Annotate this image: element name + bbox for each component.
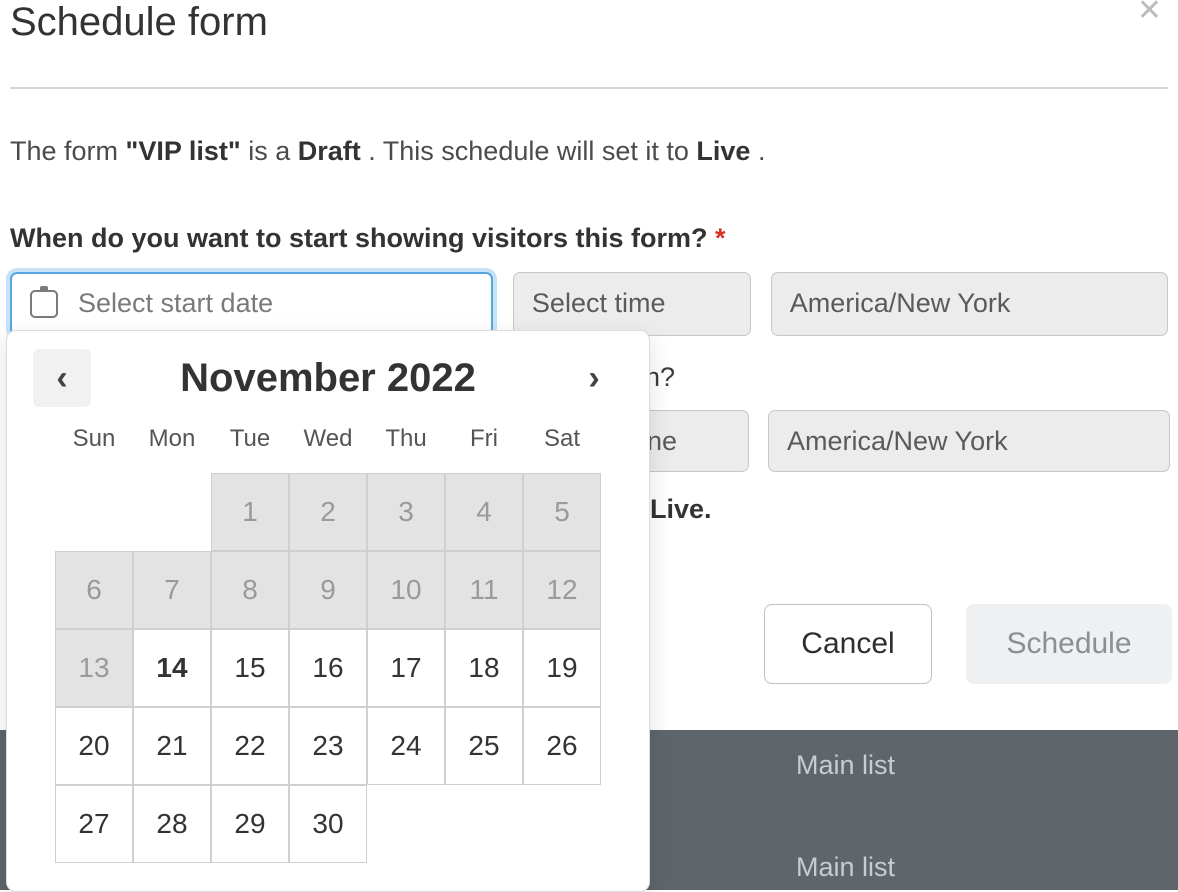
calendar-day[interactable]: 21 — [133, 707, 211, 785]
footer-note-fragment: Live. — [650, 494, 712, 525]
calendar-day[interactable]: 5 — [523, 473, 601, 551]
modal-description: The form "VIP list" is a Draft . This sc… — [10, 133, 1168, 171]
prev-month-button[interactable]: ‹ — [33, 349, 91, 407]
calendar-blank-cell — [133, 473, 211, 551]
end-timezone-value: America/New York — [787, 426, 1008, 457]
calendar-day[interactable]: 9 — [289, 551, 367, 629]
calendar-day[interactable]: 28 — [133, 785, 211, 863]
datepicker-grid: 1234567891011121314151617181920212223242… — [33, 473, 623, 863]
schedule-button[interactable]: Schedule — [966, 604, 1172, 684]
modal-header: Schedule form ✕ — [10, 0, 1168, 89]
datepicker-header: ‹ November 2022 › — [33, 349, 623, 407]
datepicker-month-label: November 2022 — [180, 356, 476, 401]
calendar-day[interactable]: 23 — [289, 707, 367, 785]
weekday-label: Fri — [445, 419, 523, 459]
calendar-day[interactable]: 20 — [55, 707, 133, 785]
cancel-button[interactable]: Cancel — [764, 604, 932, 684]
calendar-day[interactable]: 7 — [133, 551, 211, 629]
calendar-day[interactable]: 30 — [289, 785, 367, 863]
start-time-placeholder: Select time — [532, 288, 666, 319]
start-question-label: When do you want to start showing visito… — [10, 223, 1168, 254]
start-field-row: Select start date Select time America/Ne… — [10, 272, 1168, 336]
close-icon[interactable]: ✕ — [1137, 0, 1162, 26]
footer-note-live: Live. — [650, 494, 712, 524]
calendar-day[interactable]: 19 — [523, 629, 601, 707]
calendar-day[interactable]: 6 — [55, 551, 133, 629]
calendar-day[interactable]: 25 — [445, 707, 523, 785]
schedule-form-modal: Schedule form ✕ The form "VIP list" is a… — [0, 0, 1178, 354]
start-timezone-select[interactable]: America/New York — [771, 272, 1168, 336]
required-asterisk: * — [715, 223, 726, 253]
weekday-label: Mon — [133, 419, 211, 459]
start-date-input[interactable]: Select start date — [10, 272, 493, 336]
calendar-blank-cell — [55, 473, 133, 551]
cancel-label: Cancel — [801, 627, 894, 661]
chevron-left-icon: ‹ — [56, 359, 67, 398]
target-status: Live — [696, 136, 750, 166]
schedule-label: Schedule — [1006, 627, 1131, 661]
desc-prefix: The form — [10, 136, 126, 166]
desc-mid: is a — [248, 136, 298, 166]
weekday-label: Tue — [211, 419, 289, 459]
end-time-select-fragment[interactable]: ne — [645, 410, 749, 472]
background-list-row-2: Main list — [796, 852, 895, 883]
desc-suffix: . This schedule will set it to — [368, 136, 696, 166]
background-list-row-1: Main list — [796, 750, 895, 781]
calendar-day[interactable]: 17 — [367, 629, 445, 707]
next-month-button[interactable]: › — [565, 349, 623, 407]
start-timezone-value: America/New York — [790, 288, 1011, 319]
end-timezone-select[interactable]: America/New York — [768, 410, 1170, 472]
weekday-label: Sun — [55, 419, 133, 459]
end-time-fragment-text: ne — [647, 426, 677, 457]
calendar-day[interactable]: 14 — [133, 629, 211, 707]
desc-end: . — [758, 136, 766, 166]
form-name: "VIP list" — [126, 136, 241, 166]
form-status: Draft — [298, 136, 361, 166]
weekday-label: Sat — [523, 419, 601, 459]
modal-title: Schedule form — [10, 0, 268, 45]
calendar-day[interactable]: 15 — [211, 629, 289, 707]
calendar-day[interactable]: 1 — [211, 473, 289, 551]
calendar-day[interactable]: 29 — [211, 785, 289, 863]
start-question-text: When do you want to start showing visito… — [10, 223, 708, 253]
calendar-day[interactable]: 10 — [367, 551, 445, 629]
start-time-select[interactable]: Select time — [513, 272, 751, 336]
calendar-icon — [30, 290, 58, 318]
calendar-day[interactable]: 11 — [445, 551, 523, 629]
calendar-day[interactable]: 4 — [445, 473, 523, 551]
date-picker-popover: ‹ November 2022 › SunMonTueWedThuFriSat … — [6, 330, 650, 892]
calendar-day[interactable]: 18 — [445, 629, 523, 707]
calendar-day[interactable]: 8 — [211, 551, 289, 629]
calendar-day[interactable]: 16 — [289, 629, 367, 707]
weekday-label: Thu — [367, 419, 445, 459]
calendar-day[interactable]: 24 — [367, 707, 445, 785]
calendar-day[interactable]: 27 — [55, 785, 133, 863]
calendar-day[interactable]: 26 — [523, 707, 601, 785]
calendar-day[interactable]: 13 — [55, 629, 133, 707]
chevron-right-icon: › — [588, 359, 599, 398]
calendar-day[interactable]: 3 — [367, 473, 445, 551]
calendar-day[interactable]: 12 — [523, 551, 601, 629]
start-date-placeholder: Select start date — [78, 288, 273, 319]
weekday-label: Wed — [289, 419, 367, 459]
datepicker-weekday-row: SunMonTueWedThuFriSat — [33, 419, 623, 459]
calendar-day[interactable]: 2 — [289, 473, 367, 551]
calendar-day[interactable]: 22 — [211, 707, 289, 785]
